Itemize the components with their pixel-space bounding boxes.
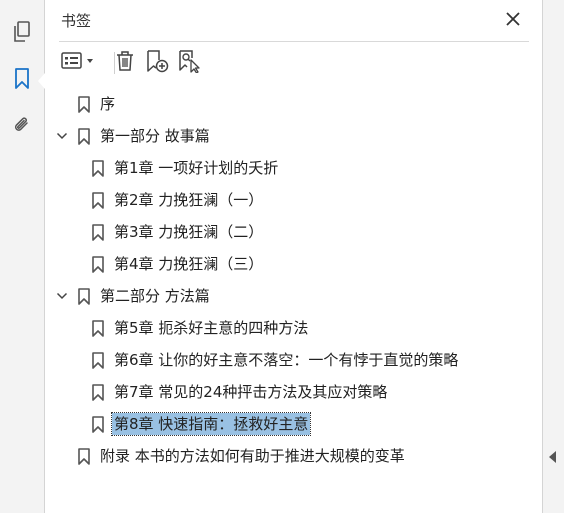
bookmark-item[interactable]: 第1章 一项好计划的夭折 — [91, 156, 278, 180]
delete-bookmark-icon — [115, 50, 135, 76]
bookmark-item-icon — [91, 415, 105, 433]
bookmark-item[interactable]: 第6章 让你的好主意不落空：一个有悖于直觉的策略 — [91, 348, 458, 372]
find-current-bookmark-icon — [177, 49, 201, 77]
bookmark-item-icon — [91, 223, 105, 241]
bookmark-item-icon — [77, 447, 91, 465]
bookmark-item-label: 第6章 让你的好主意不落空：一个有悖于直觉的策略 — [114, 351, 459, 369]
bookmark-item[interactable]: 第2章 力挽狂澜（一） — [91, 188, 263, 212]
bookmark-item[interactable]: 第5章 扼杀好主意的四种方法 — [91, 316, 308, 340]
pages-icon — [12, 21, 32, 47]
bookmark-item-icon — [91, 319, 105, 337]
bookmark-item[interactable]: 第8章 快速指南：拯救好主意 — [91, 412, 312, 436]
bookmark-item-icon — [91, 351, 105, 369]
bookmark-icon — [14, 68, 30, 94]
page-thumbnails-button[interactable] — [8, 20, 36, 48]
bookmark-item-label: 第4章 力挽狂澜（三） — [114, 255, 264, 273]
bookmark-item[interactable]: 第4章 力挽狂澜（三） — [91, 252, 263, 276]
bookmark-item-icon — [77, 95, 91, 113]
bookmark-item-icon — [77, 127, 91, 145]
chevron-down-icon[interactable] — [55, 129, 69, 143]
bookmark-item[interactable]: 第3章 力挽狂澜（二） — [91, 220, 263, 244]
bookmark-item-icon — [91, 383, 105, 401]
bookmark-item[interactable]: 第二部分 方法篇 — [55, 284, 210, 308]
bookmark-item-label: 第一部分 故事篇 — [100, 127, 210, 145]
bookmarks-panel: 书签 序 第一部分 故事篇 第1章 一项好计划的夭折 第2章 力挽狂澜（一） 第… — [45, 0, 542, 513]
collapse-panel-arrow-icon[interactable] — [549, 451, 556, 463]
active-tab-notch — [38, 73, 45, 89]
options-menu-icon — [61, 52, 95, 74]
close-panel-button[interactable] — [501, 8, 525, 32]
delete-bookmark-button[interactable] — [111, 49, 139, 77]
options-menu-button[interactable] — [59, 49, 97, 77]
attachment-icon — [12, 114, 32, 140]
bookmark-item-label: 第3章 力挽狂澜（二） — [114, 223, 264, 241]
bookmark-item-label: 第1章 一项好计划的夭折 — [114, 159, 279, 177]
header-divider — [59, 41, 529, 42]
bookmark-item-label: 附录 本书的方法如何有助于推进大规模的变革 — [100, 447, 405, 465]
bookmarks-button[interactable] — [8, 67, 36, 95]
bookmark-item-label: 第7章 常见的24种抨击方法及其应对策略 — [114, 383, 388, 401]
bookmark-item[interactable]: 第7章 常见的24种抨击方法及其应对策略 — [91, 380, 387, 404]
attachments-button[interactable] — [8, 113, 36, 141]
bookmark-item-icon — [91, 191, 105, 209]
bookmark-item-label: 第8章 快速指南：拯救好主意 — [110, 412, 312, 436]
close-icon — [506, 11, 520, 30]
bookmark-item[interactable]: 第一部分 故事篇 — [55, 124, 210, 148]
bookmark-item-label: 序 — [100, 95, 116, 113]
chevron-down-icon[interactable] — [55, 289, 69, 303]
new-bookmark-icon — [145, 49, 169, 77]
find-current-bookmark-button[interactable] — [175, 49, 203, 77]
bookmark-item-icon — [91, 159, 105, 177]
bookmark-toolbar — [57, 49, 257, 77]
bookmark-item-icon — [91, 255, 105, 273]
panel-title: 书签 — [61, 12, 92, 30]
bookmark-item-label: 第5章 扼杀好主意的四种方法 — [114, 319, 309, 337]
bookmark-item-label: 第2章 力挽狂澜（一） — [114, 191, 264, 209]
panel-splitter[interactable] — [542, 0, 564, 513]
new-bookmark-button[interactable] — [143, 49, 171, 77]
bookmark-item[interactable]: 序 — [55, 92, 115, 116]
bookmark-item-icon — [77, 287, 91, 305]
bookmark-item[interactable]: 附录 本书的方法如何有助于推进大规模的变革 — [55, 444, 405, 468]
bookmark-item-label: 第二部分 方法篇 — [100, 287, 210, 305]
